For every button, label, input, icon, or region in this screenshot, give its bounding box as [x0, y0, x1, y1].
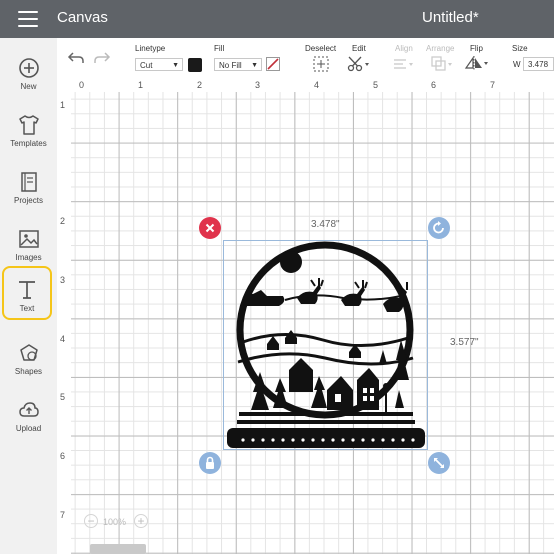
- sidebar-item-label: Text: [19, 304, 35, 313]
- ruler-number: 2: [60, 216, 66, 226]
- arrange-label: Arrange: [426, 44, 455, 53]
- sidebar-item-projects[interactable]: Projects: [0, 160, 57, 212]
- tshirt-icon: [18, 115, 39, 135]
- sidebar-item-label: Templates: [10, 139, 47, 148]
- deselect-icon[interactable]: [313, 56, 329, 72]
- flip-icon[interactable]: [464, 56, 490, 71]
- align-icon: [394, 59, 413, 69]
- ruler-number: 6: [60, 451, 66, 461]
- zoom-level: 100%: [103, 517, 127, 527]
- resize-handle[interactable]: [428, 452, 450, 474]
- align-label: Align: [395, 44, 413, 53]
- left-sidebar: New Templates Projects Images Text Shape…: [0, 38, 58, 554]
- sidebar-item-label: Projects: [14, 196, 43, 205]
- size-label: Size: [512, 44, 528, 53]
- projects-icon: [20, 172, 37, 192]
- zoom-in-button[interactable]: +: [134, 514, 148, 528]
- sidebar-item-new[interactable]: New: [0, 46, 57, 98]
- linetype-select[interactable]: Cut ▼: [135, 58, 183, 71]
- arrange-icon: [431, 56, 452, 71]
- undo-icon[interactable]: [67, 51, 85, 65]
- ruler-number: 5: [60, 392, 66, 402]
- image-icon: [18, 230, 39, 248]
- plus-circle-icon: [18, 58, 39, 78]
- flip-label: Flip: [470, 44, 483, 53]
- resize-arrows-icon: [434, 458, 444, 468]
- zoom-control: − 100% +: [84, 512, 148, 532]
- sidebar-item-templates[interactable]: Templates: [0, 103, 57, 155]
- sidebar-item-upload[interactable]: Upload: [0, 388, 57, 440]
- chevron-down-icon: ▼: [251, 62, 258, 69]
- ruler-number: 1: [138, 80, 144, 90]
- top-bar: Canvas Untitled*: [0, 0, 554, 38]
- text-icon: [19, 281, 35, 299]
- linetype-color-swatch[interactable]: [188, 58, 202, 72]
- edit-toolbar: Linetype Cut ▼ Fill No Fill ▼ Deselect E…: [57, 38, 554, 79]
- hamburger-menu-icon[interactable]: [18, 11, 38, 27]
- linetype-value: Cut: [140, 61, 153, 70]
- edit-label: Edit: [352, 44, 366, 53]
- horizontal-scrollbar[interactable]: [90, 544, 146, 554]
- chevron-down-icon: ▼: [172, 62, 179, 69]
- ruler-number: 1: [60, 100, 66, 110]
- lock-handle[interactable]: [199, 452, 221, 474]
- sidebar-item-text[interactable]: Text: [2, 266, 52, 320]
- ruler-number: 5: [373, 80, 379, 90]
- sidebar-item-label: Shapes: [14, 367, 43, 376]
- lock-icon: [206, 456, 214, 469]
- ruler-number: 3: [255, 80, 261, 90]
- sidebar-item-label: Images: [15, 253, 42, 262]
- redo-icon[interactable]: [93, 51, 111, 65]
- ruler-number: 0: [79, 80, 85, 90]
- zoom-out-button[interactable]: −: [84, 514, 98, 528]
- sidebar-item-shapes[interactable]: Shapes: [0, 331, 57, 383]
- rotate-icon: [433, 221, 444, 234]
- shapes-icon: [19, 344, 38, 361]
- selection-width-label: 3.478": [311, 219, 340, 230]
- document-title[interactable]: Untitled*: [422, 9, 479, 26]
- ruler-number: 7: [60, 510, 66, 520]
- fill-select[interactable]: No Fill ▼: [214, 58, 262, 71]
- linetype-label: Linetype: [135, 44, 166, 53]
- vertical-ruler: 1 2 3 4 5 6 7: [57, 92, 72, 554]
- ruler-number: 4: [314, 80, 320, 90]
- delete-handle[interactable]: [199, 217, 221, 239]
- selection-bounding-box: [223, 240, 428, 450]
- sidebar-item-images[interactable]: Images: [0, 217, 57, 269]
- size-width-input[interactable]: 3.478: [523, 57, 554, 71]
- sidebar-item-label: Upload: [15, 424, 42, 433]
- selection-height-label: 3.577": [450, 337, 479, 348]
- cloud-upload-icon: [18, 402, 39, 417]
- ruler-number: 6: [431, 80, 437, 90]
- ruler-number: 2: [197, 80, 203, 90]
- ruler-number: 3: [60, 275, 66, 285]
- ruler-number: 4: [60, 334, 66, 344]
- fill-value: No Fill: [219, 61, 242, 70]
- horizontal-ruler: 0 1 2 3 4 5 6 7: [57, 78, 554, 93]
- close-icon: [205, 223, 215, 233]
- ruler-number: 7: [490, 80, 496, 90]
- size-width-label: W: [513, 60, 521, 69]
- no-fill-swatch-icon[interactable]: [266, 57, 280, 71]
- deselect-label: Deselect: [305, 44, 337, 53]
- rotate-handle[interactable]: [428, 217, 450, 239]
- app-title: Canvas: [57, 9, 108, 26]
- scissors-icon[interactable]: [347, 56, 371, 72]
- fill-label: Fill: [214, 44, 225, 53]
- sidebar-item-label: New: [20, 82, 37, 91]
